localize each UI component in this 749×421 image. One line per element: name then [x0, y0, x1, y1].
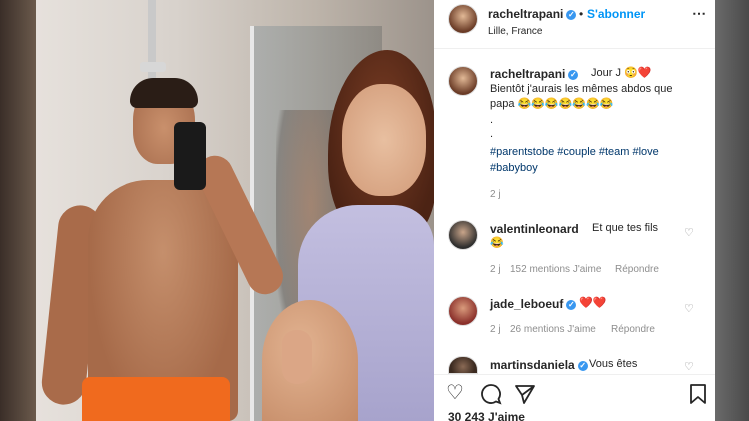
comment-reply[interactable]: Répondre	[611, 324, 655, 335]
header-dot-separator: •	[579, 7, 584, 21]
orange-shorts	[82, 377, 230, 421]
comment-like-icon[interactable]: ♡	[684, 302, 694, 315]
comment-text: ❤️❤️	[579, 297, 607, 309]
comment-likes[interactable]: 152 mentions J'aime	[510, 264, 601, 275]
post-header: racheltrapani ✓ • S'abonner Lille, France…	[434, 0, 715, 49]
right-background-strip	[715, 0, 749, 421]
post-location[interactable]: Lille, France	[488, 26, 542, 37]
comment-username[interactable]: valentinleonard	[490, 222, 579, 236]
left-background-strip	[0, 0, 36, 421]
caption-dot-2: .	[490, 128, 494, 140]
comment-reply[interactable]: Répondre	[615, 264, 659, 275]
comment-like-icon[interactable]: ♡	[684, 226, 694, 239]
verified-badge-icon: ✓	[566, 9, 577, 20]
comment-like-icon[interactable]: ♡	[684, 360, 694, 373]
comment-time[interactable]: 2 j	[490, 324, 501, 335]
caption-dot-1: .	[490, 114, 494, 126]
comment-text: Vous êtes	[589, 358, 638, 370]
comment-username[interactable]: jade_leboeuf ✓	[490, 297, 577, 311]
caption-hashtags-2[interactable]: #babyboy	[490, 161, 538, 176]
man-hair	[130, 78, 198, 108]
comment-avatar[interactable]	[448, 220, 478, 250]
heart-icon[interactable]: ♡	[446, 380, 464, 405]
comment-avatar[interactable]	[448, 296, 478, 326]
caption-line-2: Bientôt j'aurais les mêmes abdos que	[490, 83, 673, 95]
comment-icon[interactable]	[480, 383, 502, 405]
comment-likes[interactable]: 26 mentions J'aime	[510, 324, 596, 335]
author-avatar[interactable]	[448, 4, 478, 34]
shower-head	[140, 62, 166, 72]
comment-time[interactable]: 2 j	[490, 264, 501, 275]
caption-username[interactable]: racheltrapani ✓	[490, 67, 579, 81]
woman-hand	[282, 330, 312, 384]
share-icon[interactable]	[514, 383, 536, 405]
comment-text: Et que tes fils	[592, 222, 659, 234]
post-photo[interactable]	[36, 0, 434, 421]
caption-time[interactable]: 2 j	[490, 189, 501, 200]
verified-badge-icon: ✓	[566, 299, 577, 310]
follow-button[interactable]: S'abonner	[587, 7, 645, 21]
bookmark-icon[interactable]	[688, 383, 708, 405]
likes-count[interactable]: 30 243 J'aime	[448, 410, 525, 421]
verified-badge-icon: ✓	[577, 360, 588, 371]
author-username[interactable]: racheltrapani ✓	[488, 7, 577, 21]
action-bar: ♡	[434, 374, 715, 405]
caption-line-1: Jour J 😳❤️	[591, 67, 652, 79]
woman-face	[342, 84, 426, 196]
screenshot-frame: racheltrapani ✓ • S'abonner Lille, France…	[0, 0, 749, 421]
comment-text-2: 😂	[490, 237, 504, 249]
verified-badge-icon: ✓	[568, 69, 579, 80]
comment-avatar[interactable]	[448, 356, 478, 374]
caption-hashtags-1[interactable]: #parentstobe #couple #team #love	[490, 145, 659, 160]
post-side-panel: racheltrapani ✓ • S'abonner Lille, France…	[434, 0, 715, 421]
more-icon[interactable]: ⋯	[692, 5, 707, 22]
comment-username[interactable]: martinsdaniela ✓	[490, 358, 588, 372]
smartphone	[174, 122, 206, 190]
caption-avatar[interactable]	[448, 66, 478, 96]
caption-line-3: papa 😂😂😂😂😂😂😂	[490, 98, 614, 110]
